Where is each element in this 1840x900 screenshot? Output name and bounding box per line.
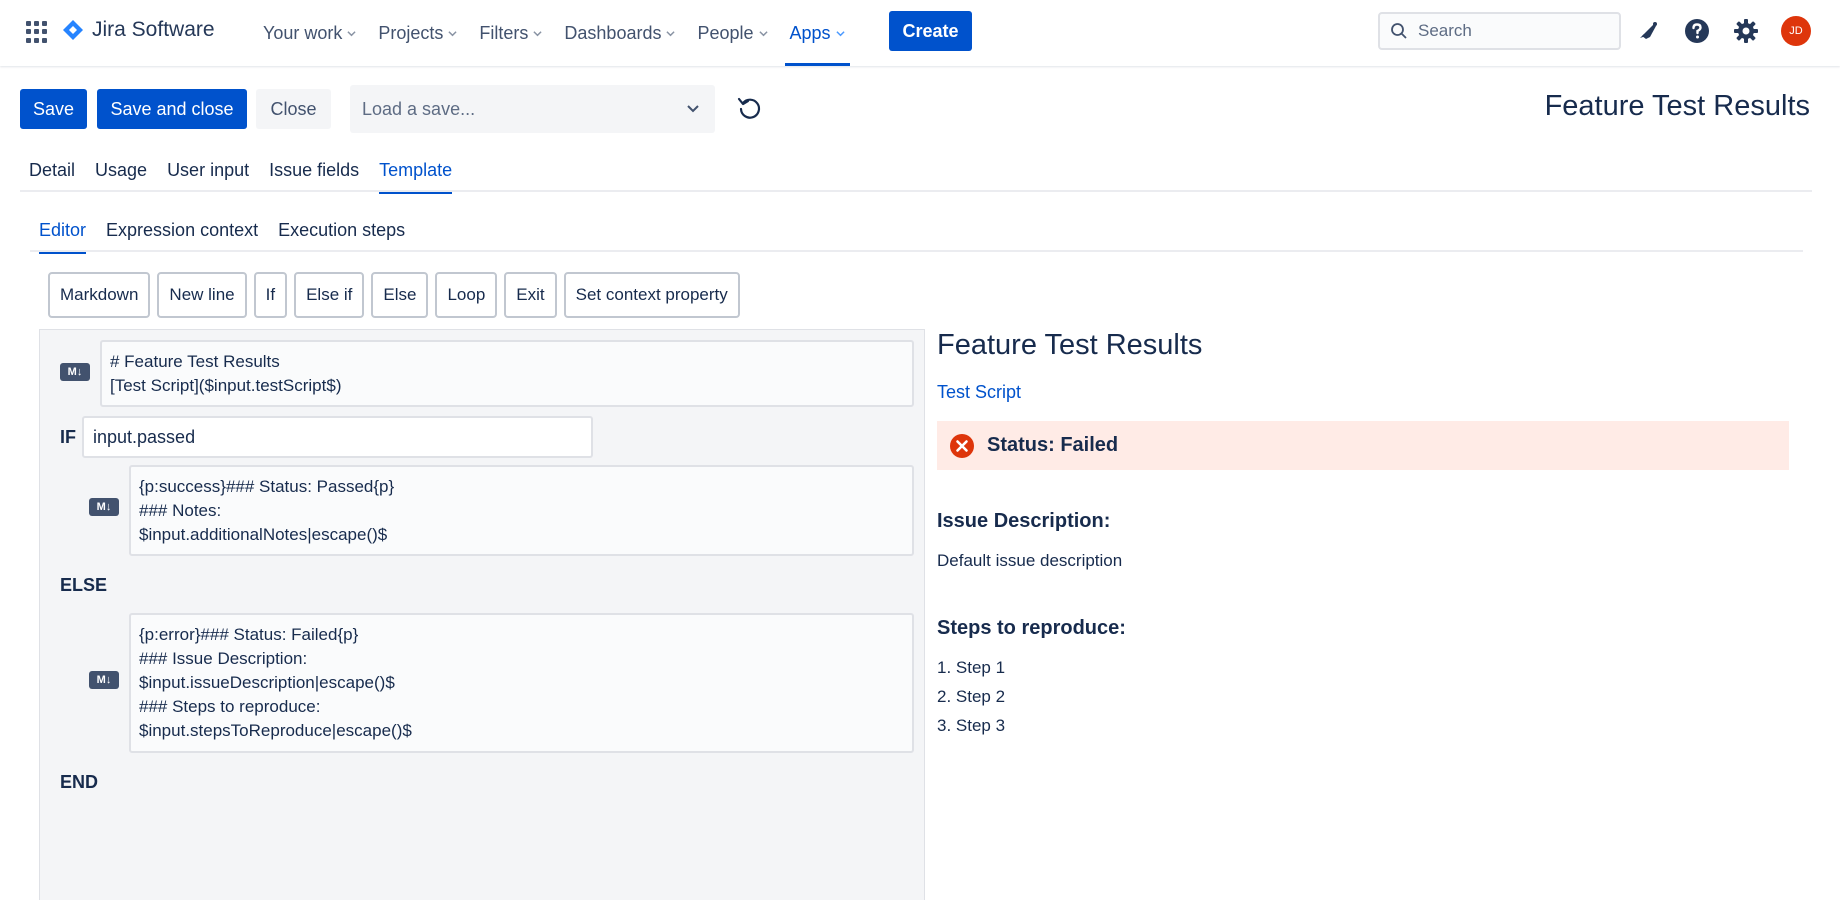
save-button[interactable]: Save	[20, 89, 87, 129]
nav-dashboards[interactable]: Dashboards	[553, 0, 686, 66]
markdown-icon: M↓	[89, 671, 119, 689]
error-icon	[950, 433, 974, 458]
if-keyword: IF	[60, 427, 76, 447]
tab-template[interactable]: Template	[370, 160, 461, 194]
markdown-block-failed[interactable]: {p:error}### Status: Failed{p} ### Issue…	[129, 613, 914, 753]
page-title: Feature Test Results	[1544, 90, 1810, 122]
preview-title: Feature Test Results	[937, 329, 1203, 361]
chevron-down-icon	[347, 30, 356, 36]
top-navigation: Jira Software Your work Projects Filters…	[0, 0, 1840, 66]
test-script-link[interactable]: Test Script	[937, 382, 1021, 403]
nav-apps[interactable]: Apps	[779, 0, 856, 66]
main-tabs: Detail Usage User input Issue fields Tem…	[20, 160, 1812, 194]
editor-toolbar: Markdown New line If Else if Else Loop E…	[48, 272, 747, 318]
chevron-down-icon	[666, 30, 676, 36]
status-label: Status: Failed	[987, 434, 1119, 456]
tab-issue-fields[interactable]: Issue fields	[260, 160, 368, 192]
issue-description-heading: Issue Description:	[937, 510, 1111, 532]
tab-expression-context[interactable]: Expression context	[97, 220, 267, 252]
tab-editor[interactable]: Editor	[30, 220, 95, 254]
nav-menu: Your work Projects Filters Dashboards Pe…	[252, 0, 856, 66]
template-subtabs: Editor Expression context Execution step…	[30, 220, 1803, 254]
nav-label: Projects	[378, 22, 444, 43]
chevron-down-icon	[835, 30, 845, 36]
search-box[interactable]	[1378, 12, 1621, 50]
if-button[interactable]: If	[253, 272, 288, 318]
app-switcher-icon[interactable]	[26, 21, 48, 43]
nav-your-work[interactable]: Your work	[252, 0, 367, 66]
nav-label: Apps	[789, 22, 831, 43]
save-and-close-button[interactable]: Save and close	[97, 89, 247, 129]
jira-diamond-icon	[63, 20, 83, 40]
nav-label: People	[697, 22, 754, 43]
notifications-icon[interactable]	[1633, 16, 1663, 46]
jira-logo[interactable]: Jira Software	[62, 18, 215, 42]
avatar[interactable]: JD	[1781, 16, 1811, 46]
list-item: 3. Step 3	[937, 716, 1006, 735]
help-icon[interactable]	[1682, 16, 1712, 46]
markdown-block-passed[interactable]: {p:success}### Status: Passed{p} ### Not…	[129, 465, 914, 556]
nav-projects[interactable]: Projects	[367, 0, 468, 66]
close-button[interactable]: Close	[256, 89, 331, 129]
markdown-button[interactable]: Markdown	[48, 272, 151, 318]
chevron-down-icon	[533, 30, 543, 36]
steps-heading: Steps to reproduce:	[937, 617, 1126, 639]
list-item: 2. Step 2	[937, 687, 1006, 706]
refresh-icon[interactable]	[736, 94, 764, 122]
nav-label: Filters	[479, 22, 529, 43]
chevron-down-icon	[758, 30, 768, 36]
markdown-block-header[interactable]: # Feature Test Results [Test Script]($in…	[100, 340, 914, 407]
else-if-button[interactable]: Else if	[294, 272, 365, 318]
list-item: 1. Step 1	[937, 658, 1006, 677]
end-keyword: END	[60, 772, 99, 792]
else-keyword: ELSE	[60, 575, 108, 595]
tab-execution-steps[interactable]: Execution steps	[269, 220, 414, 252]
issue-description-text: Default issue description	[937, 551, 1123, 570]
app-name: Jira Software	[92, 18, 215, 41]
markdown-icon: M↓	[60, 363, 90, 381]
load-save-select[interactable]: Load a save...	[350, 85, 715, 133]
markdown-icon: M↓	[89, 498, 119, 516]
tab-detail[interactable]: Detail	[20, 160, 84, 192]
else-button[interactable]: Else	[371, 272, 429, 318]
create-button[interactable]: Create	[889, 11, 972, 51]
if-condition-input[interactable]: input.passed	[82, 416, 593, 458]
nav-label: Your work	[263, 22, 343, 43]
tab-user-input[interactable]: User input	[158, 160, 258, 192]
status-panel: Status: Failed	[937, 421, 1789, 470]
chevron-down-icon	[687, 105, 699, 113]
loop-button[interactable]: Loop	[435, 272, 498, 318]
template-editor: M↓ # Feature Test Results [Test Script](…	[39, 329, 925, 900]
gear-icon[interactable]	[1731, 16, 1761, 46]
set-context-property-button[interactable]: Set context property	[563, 272, 740, 318]
search-icon	[1391, 23, 1407, 39]
nav-people[interactable]: People	[686, 0, 778, 66]
new-line-button[interactable]: New line	[157, 272, 247, 318]
load-save-placeholder: Load a save...	[362, 98, 476, 119]
chevron-down-icon	[448, 30, 458, 36]
tab-usage[interactable]: Usage	[86, 160, 156, 192]
search-input[interactable]	[1416, 20, 1606, 42]
exit-button[interactable]: Exit	[504, 272, 557, 318]
nav-label: Dashboards	[564, 22, 662, 43]
nav-filters[interactable]: Filters	[468, 0, 553, 66]
